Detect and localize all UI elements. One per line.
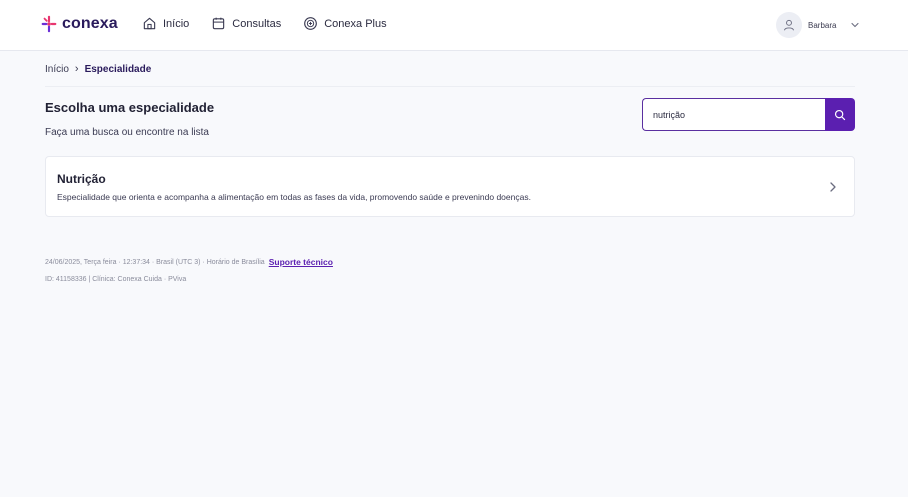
- search-icon: [834, 109, 846, 120]
- search-bar: [642, 98, 855, 131]
- footer-info-row: 24/06/2025, Terça feira · 12:37:34 · Bra…: [45, 257, 333, 267]
- breadcrumb-separator: ›: [74, 63, 79, 75]
- conexa-logo-icon: [41, 15, 57, 33]
- logo-text: conexa: [62, 15, 118, 32]
- search-input[interactable]: [642, 98, 825, 131]
- calendar-icon: [213, 17, 225, 30]
- footer-ids: ID: 41158336 | Clínica: Conexa Cuida · P…: [45, 276, 187, 283]
- search-button[interactable]: [825, 98, 855, 131]
- nav-item-consultas[interactable]: Consultas: [211, 16, 281, 31]
- chevron-right-icon: [830, 182, 836, 192]
- footer-info: 24/06/2025, Terça feira · 12:37:34 · Bra…: [45, 258, 265, 266]
- nav-label-consultas: Consultas: [232, 17, 282, 30]
- divider: [45, 86, 855, 87]
- user-menu[interactable]: Barbara: [776, 12, 860, 38]
- page-title: Escolha uma especialidade: [45, 100, 215, 115]
- nav-label-inicio: Início: [163, 17, 190, 30]
- specialty-card[interactable]: Nutrição Especialidade que orienta e aco…: [45, 156, 855, 217]
- specialty-description: Especialidade que orienta e acompanha a …: [57, 192, 531, 202]
- breadcrumb: Início › Especialidade: [45, 63, 151, 75]
- avatar[interactable]: [776, 12, 802, 38]
- nav-label-conexa-plus: Conexa Plus: [324, 17, 387, 30]
- main-nav: Início Consultas Conexa Plus: [142, 16, 387, 31]
- user-icon: [783, 19, 795, 31]
- home-icon: [143, 17, 156, 30]
- user-name: Barbara: [808, 20, 837, 30]
- specialty-title: Nutrição: [57, 172, 106, 186]
- plus-circle-icon: [304, 17, 318, 30]
- breadcrumb-current: Especialidade: [84, 63, 152, 75]
- chevron-down-icon[interactable]: [850, 20, 860, 30]
- page-subtitle: Faça uma busca ou encontre na lista: [45, 127, 209, 138]
- top-header: conexa Início Consultas Conexa Plus Barb…: [0, 0, 908, 51]
- conexa-logo[interactable]: conexa: [40, 14, 118, 34]
- nav-item-conexa-plus[interactable]: Conexa Plus: [303, 16, 387, 31]
- nav-item-inicio[interactable]: Início: [142, 16, 189, 31]
- breadcrumb-home[interactable]: Início: [45, 64, 69, 75]
- support-link[interactable]: Suporte técnico: [269, 257, 333, 267]
